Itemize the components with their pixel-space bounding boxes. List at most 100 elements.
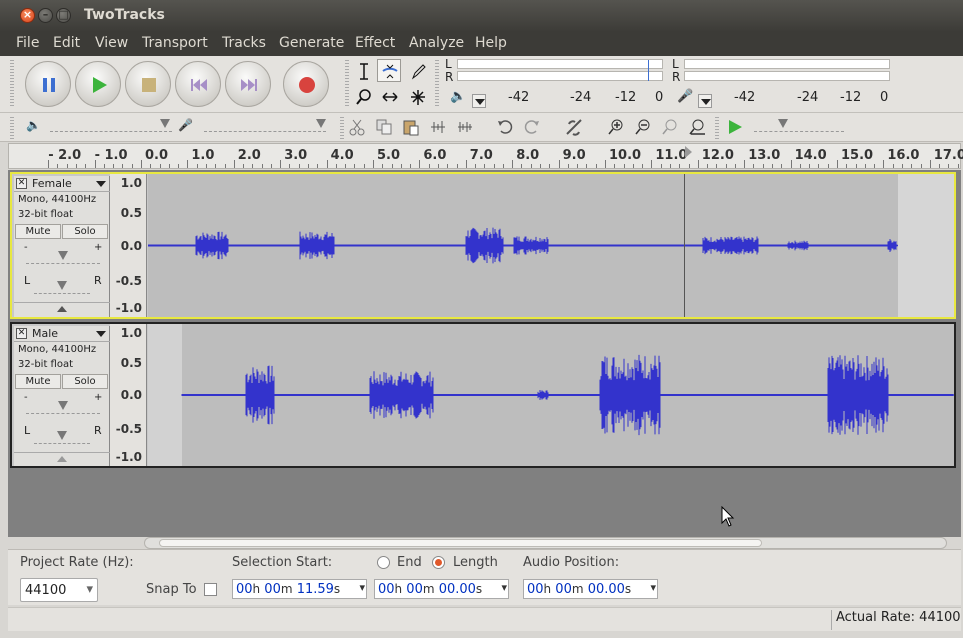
close-track-icon[interactable]: ✕: [16, 328, 27, 339]
zoom-tool[interactable]: [351, 85, 375, 108]
pan-thumb[interactable]: [57, 431, 67, 440]
trim-icon: [431, 121, 445, 133]
envelope-tool[interactable]: [377, 59, 401, 82]
maximize-window-button[interactable]: □: [56, 8, 71, 23]
collapse-track-button[interactable]: [14, 452, 110, 466]
project-rate-combo[interactable]: 44100 ▾: [20, 578, 98, 602]
pan-slider[interactable]: [34, 281, 90, 294]
track-name-menu[interactable]: ✕ Male: [14, 326, 110, 342]
playback-speed-thumb[interactable]: [778, 119, 788, 128]
menu-help[interactable]: Help: [475, 35, 507, 51]
play-at-speed-button[interactable]: [724, 117, 746, 137]
fit-project-button[interactable]: [686, 117, 708, 137]
scrollbar-thumb[interactable]: [159, 539, 762, 547]
gain-thumb[interactable]: [58, 251, 68, 260]
zoom-in-button[interactable]: [605, 117, 627, 137]
horizontal-scrollbar[interactable]: [144, 537, 947, 549]
time-shift-tool[interactable]: [377, 85, 401, 108]
menu-transport[interactable]: Transport: [142, 35, 208, 51]
toolbar-grip[interactable]: [345, 60, 349, 108]
menu-generate[interactable]: Generate: [279, 35, 344, 51]
input-volume-slider[interactable]: [204, 119, 326, 132]
waveform-female[interactable]: [148, 174, 954, 317]
stop-button[interactable]: [125, 61, 171, 107]
close-track-icon[interactable]: ✕: [16, 178, 27, 189]
track-name-menu[interactable]: ✕ Female: [14, 176, 110, 192]
speaker-icon[interactable]: 🔈: [450, 89, 466, 104]
gain-thumb[interactable]: [58, 401, 68, 410]
menu-tracks[interactable]: Tracks: [222, 35, 266, 51]
toolbar-grip[interactable]: [10, 117, 14, 139]
ruler-tick: [187, 160, 189, 168]
zoom-out-button[interactable]: [632, 117, 654, 137]
ruler-tick: [521, 164, 523, 168]
pan-thumb[interactable]: [57, 281, 67, 290]
waveform-male[interactable]: [148, 324, 954, 466]
copy-button[interactable]: [373, 117, 395, 137]
skip-to-start-button[interactable]: [175, 61, 221, 107]
redo-button[interactable]: [521, 117, 543, 137]
toolbar-grip[interactable]: [340, 117, 344, 139]
selection-start-field[interactable]: 00h 00m 11.59s ▾: [232, 579, 367, 599]
mute-button[interactable]: Mute: [15, 374, 61, 389]
output-volume-icon: 🔈: [26, 118, 41, 132]
play-scale-12: -12: [615, 90, 637, 105]
ruler-tick: [799, 164, 801, 168]
pause-button[interactable]: [25, 61, 71, 107]
gain-slider[interactable]: [26, 251, 100, 264]
length-radio[interactable]: [432, 556, 445, 569]
menu-file[interactable]: File: [16, 35, 39, 51]
toolbar-grip[interactable]: [435, 60, 439, 108]
input-volume-thumb[interactable]: [316, 119, 326, 128]
selection-length-field[interactable]: 00h 00m 00.00s ▾: [374, 579, 509, 599]
paste-button[interactable]: [400, 117, 422, 137]
end-radio[interactable]: [377, 556, 390, 569]
selection-tool[interactable]: [351, 59, 375, 82]
chevron-down-icon[interactable]: ▾: [501, 581, 507, 594]
record-button[interactable]: [283, 61, 329, 107]
undo-button[interactable]: [494, 117, 516, 137]
microphone-icon[interactable]: 🎤: [677, 89, 693, 104]
status-bar: Actual Rate: 44100: [8, 607, 961, 631]
toolbar-grip[interactable]: [10, 60, 14, 108]
draw-tool[interactable]: [405, 59, 429, 82]
cut-button[interactable]: [346, 117, 368, 137]
close-window-button[interactable]: ×: [20, 8, 35, 23]
fit-selection-button[interactable]: [659, 117, 681, 137]
snap-to-checkbox[interactable]: [204, 583, 217, 596]
rec-meter-dropdown[interactable]: [698, 94, 712, 108]
playback-speed-slider[interactable]: [754, 119, 844, 132]
sync-lock-button[interactable]: [561, 117, 587, 137]
audio-position-field[interactable]: 00h 00m 00.00s ▾: [523, 579, 658, 599]
timeline-ruler[interactable]: - 2.0 - 1.0 0.0 1.0 2.0 3.0 4.0 5.0 6.0 7.0 8.0 9.0…: [8, 143, 963, 169]
menu-edit[interactable]: Edit: [53, 35, 80, 51]
pan-slider[interactable]: [34, 431, 90, 444]
audio-track-female[interactable]: ✕ Female Mono, 44100Hz 32-bit float Mute…: [10, 172, 956, 319]
collapse-track-button[interactable]: [14, 302, 110, 316]
play-scale-42: -42: [508, 90, 530, 105]
menu-effect[interactable]: Effect: [355, 35, 395, 51]
skip-to-end-button[interactable]: [225, 61, 271, 107]
solo-button[interactable]: Solo: [62, 374, 108, 389]
menu-analyze[interactable]: Analyze: [409, 35, 464, 51]
audio-track-male[interactable]: ✕ Male Mono, 44100Hz 32-bit float Mute S…: [10, 322, 956, 468]
silence-button[interactable]: [454, 117, 476, 137]
play-position-marker[interactable]: [685, 146, 692, 158]
trim-button[interactable]: [427, 117, 449, 137]
chevron-down-icon[interactable]: ▾: [650, 581, 656, 594]
output-volume-slider[interactable]: [50, 119, 172, 132]
mute-button[interactable]: Mute: [15, 224, 61, 239]
output-volume-thumb[interactable]: [160, 119, 170, 128]
ruler-tick: [66, 164, 68, 168]
play-meter-dropdown[interactable]: [472, 94, 486, 108]
multi-tool[interactable]: [405, 85, 429, 108]
minimize-window-button[interactable]: –: [38, 8, 53, 23]
toolbar-grip[interactable]: [715, 117, 719, 139]
solo-button[interactable]: Solo: [62, 224, 108, 239]
menu-view[interactable]: View: [95, 35, 128, 51]
chevron-down-icon[interactable]: ▾: [359, 581, 365, 594]
play-button[interactable]: [75, 61, 121, 107]
vertical-scale[interactable]: 1.0 0.5 0.0 -0.5 -1.0: [110, 324, 147, 466]
vertical-scale[interactable]: 1.0 0.5 0.0 -0.5 -1.0: [110, 174, 147, 317]
gain-slider[interactable]: [26, 401, 100, 414]
